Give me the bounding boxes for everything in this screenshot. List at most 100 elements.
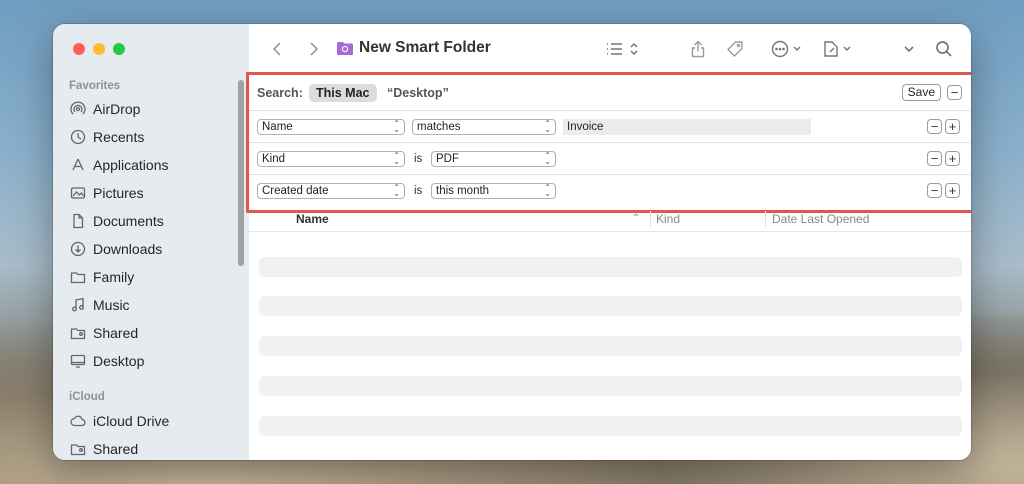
attribute-popup[interactable]: Created date ⌃ ⌄ [257,182,405,199]
view-options-button[interactable] [605,38,641,60]
popup-arrows-icon: ⌃ ⌄ [393,118,400,134]
main-content: New Smart Folder Search: This Mac “Deskt… [246,24,971,460]
tags-button[interactable] [726,38,744,60]
attribute-popup[interactable]: Kind ⌃ ⌄ [257,150,405,167]
back-button[interactable] [269,38,287,60]
sidebar-item-label: Shared [93,441,139,457]
empty-row [259,296,962,316]
sidebar-item-label: Downloads [93,241,163,257]
toolbar: New Smart Folder [249,24,971,74]
empty-row [259,336,962,356]
operator-popup[interactable]: matches ⌃ ⌄ [412,118,556,135]
sidebar-item-pictures[interactable]: Pictures [69,181,144,205]
window-controls [73,43,125,55]
chevron-right-icon [310,42,319,56]
search-icon [936,41,952,57]
column-divider[interactable] [765,211,766,227]
name-match-field[interactable]: Invoice [563,118,811,135]
add-row-button[interactable]: + [945,183,960,198]
sidebar: Favorites AirDrop Recents Applications P… [53,24,250,460]
chevron-down-icon [904,46,914,53]
sidebar-item-desktop[interactable]: Desktop [69,349,144,373]
close-button[interactable] [73,43,85,55]
share-icon [691,40,705,58]
download-icon [69,240,87,258]
criteria-row-created-date: Created date ⌃ ⌄ is this month ⌃ ⌄ − + [249,175,971,206]
photo-icon [69,184,87,202]
zoom-button[interactable] [113,43,125,55]
sidebar-item-label: Family [93,269,135,285]
popup-arrows-icon: ⌃ ⌄ [544,182,551,198]
date-range-popup[interactable]: this month ⌃ ⌄ [431,182,556,199]
remove-row-button[interactable]: − [927,119,942,134]
sidebar-item-label: iCloud Drive [93,413,170,429]
sidebar-item-documents[interactable]: Documents [69,209,164,233]
finder-window: Favorites AirDrop Recents Applications P… [53,24,971,460]
action-menu-button[interactable] [771,38,807,60]
add-row-button[interactable]: + [945,151,960,166]
kind-popup[interactable]: PDF ⌃ ⌄ [431,150,556,167]
popup-arrows-icon: ⌃ ⌄ [393,150,400,166]
forward-button[interactable] [304,38,322,60]
sidebar-item-label: Pictures [93,185,144,201]
sidebar-item-family[interactable]: Family [69,265,134,289]
scope-desktop[interactable]: “Desktop” [387,86,449,100]
music-note-icon [69,296,87,314]
window-title-text: New Smart Folder [359,39,491,56]
ellipsis-circle-icon [771,40,801,58]
window-title: New Smart Folder [337,39,491,57]
column-divider[interactable] [650,211,651,227]
column-date-last-opened[interactable]: Date Last Opened [772,212,869,226]
popup-arrows-icon: ⌃ ⌄ [544,150,551,166]
search-label: Search: [257,85,303,100]
folder-icon [69,268,87,286]
sidebar-item-label: Applications [93,157,169,173]
scope-this-mac[interactable]: This Mac [309,83,377,102]
sidebar-item-music[interactable]: Music [69,293,130,317]
sidebar-item-label: Music [93,297,130,313]
tag-icon [727,41,743,57]
sort-ascending-icon: ⌃ [632,213,641,224]
attribute-value: Created date [262,184,329,197]
search-scope-bar: Search: This Mac “Desktop” Save − [249,75,971,111]
remove-row-button[interactable]: − [927,183,942,198]
sidebar-scrollbar[interactable] [238,80,244,266]
share-button[interactable] [689,38,707,60]
edit-menu-button[interactable] [822,38,858,60]
remove-row-button[interactable]: − [927,151,942,166]
minimize-button[interactable] [93,43,105,55]
column-name[interactable]: Name [296,212,329,226]
search-button[interactable] [935,38,953,60]
sidebar-item-icloud-drive[interactable]: iCloud Drive [69,409,169,433]
save-button[interactable]: Save [901,84,941,101]
desktop-icon [69,352,87,370]
attribute-popup[interactable]: Name ⌃ ⌄ [257,118,405,135]
toolbar-overflow-button[interactable] [900,38,918,60]
criteria-row-name: Name ⌃ ⌄ matches ⌃ ⌄ Invoice − + [249,111,971,143]
date-range-value: this month [436,184,490,197]
popup-arrows-icon: ⌃ ⌄ [544,118,551,134]
sidebar-item-label: Shared [93,325,139,341]
sidebar-item-label: Recents [93,129,145,145]
sidebar-item-shared[interactable]: Shared [69,321,138,345]
operator-label: is [414,152,423,165]
document-icon [69,212,87,230]
empty-row [259,257,962,277]
column-kind[interactable]: Kind [656,212,680,226]
sidebar-item-label: Desktop [93,353,145,369]
sidebar-item-airdrop[interactable]: AirDrop [69,97,140,121]
airdrop-icon [69,100,87,118]
operator-value: matches [417,120,461,133]
list-view-icon [607,42,638,56]
search-criteria-panel: Search: This Mac “Desktop” Save − Name ⌃… [246,72,971,213]
sidebar-item-downloads[interactable]: Downloads [69,237,162,261]
chevron-left-icon [272,42,281,56]
add-row-button[interactable]: + [945,119,960,134]
remove-criteria-button[interactable]: − [947,85,962,100]
attribute-value: Name [262,120,293,133]
favorites-heading: Favorites [69,80,121,92]
sidebar-item-recents[interactable]: Recents [69,125,144,149]
sidebar-item-icloud-shared[interactable]: Shared [69,437,138,460]
operator-label: is [414,184,423,197]
sidebar-item-applications[interactable]: Applications [69,153,169,177]
